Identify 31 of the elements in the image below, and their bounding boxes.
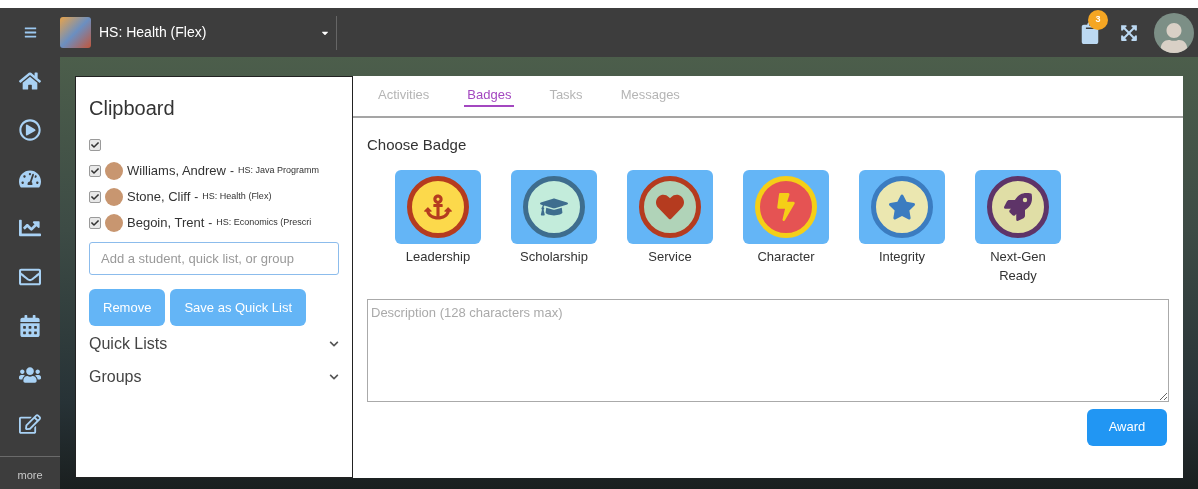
expand-icon[interactable] [1120, 23, 1138, 42]
chevron-icon [329, 338, 339, 349]
student-avatar [105, 188, 123, 206]
collapsible-section-header[interactable]: Groups [89, 361, 339, 392]
checkbox[interactable] [89, 165, 101, 177]
chevron-icon [329, 371, 339, 382]
description-field[interactable]: Description (128 characters max) [367, 298, 1169, 402]
collapsible-section-header[interactable]: Quick Lists [89, 328, 339, 359]
tab[interactable]: Badges [464, 84, 515, 108]
more-link[interactable]: more [17, 467, 43, 484]
student-avatar [105, 162, 123, 180]
student-name: Stone, Cliff [127, 188, 191, 207]
student-course: HS: Health (Flex) [202, 190, 272, 204]
notification-count: 3 [1088, 9, 1108, 30]
add-student-field[interactable]: Add a student, quick list, or group [89, 242, 339, 275]
student-avatar [105, 214, 123, 232]
clipboard-title: Clipboard [89, 96, 176, 121]
course-thumbnail [60, 17, 91, 48]
avatar[interactable] [1154, 12, 1194, 53]
separator: - [194, 189, 199, 206]
checkbox[interactable] [89, 139, 101, 151]
course-selector[interactable]: HS: Health (Flex) [99, 15, 337, 50]
choose-badge-heading: Choose Badge [367, 135, 468, 155]
student-name: Begoin, Trent [127, 214, 205, 233]
checkbox[interactable] [89, 191, 101, 203]
student-name: Williams, Andrew [127, 162, 226, 181]
separator: - [229, 163, 234, 180]
student-course: HS: Economics (Prescri [216, 216, 312, 230]
checkbox[interactable] [89, 217, 101, 229]
separator: - [208, 215, 213, 232]
student-course: HS: Java Programm [237, 164, 319, 178]
